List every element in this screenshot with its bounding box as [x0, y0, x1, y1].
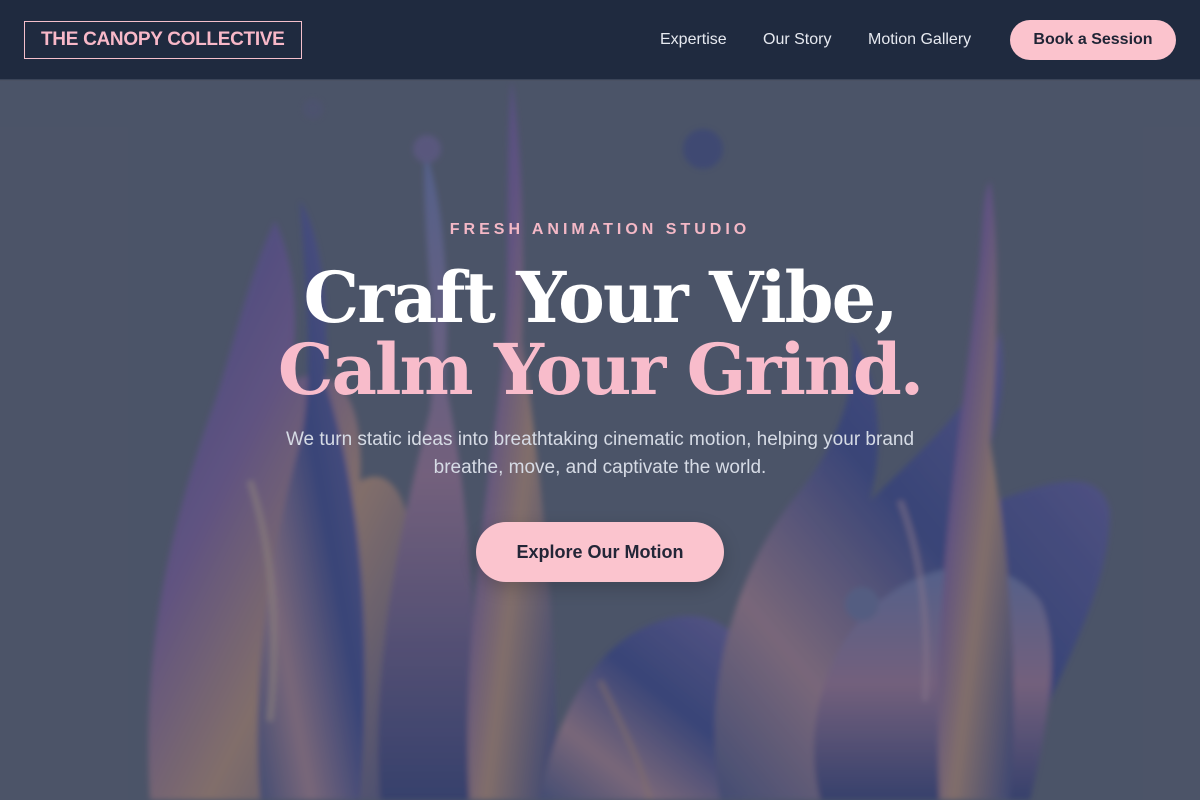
- hero-section: FRESH ANIMATION STUDIO Craft Your Vibe, …: [0, 81, 1200, 800]
- nav-link-motion-gallery[interactable]: Motion Gallery: [868, 29, 971, 51]
- hero-headline-line1: Craft Your Vibe,: [303, 256, 898, 339]
- explore-motion-button[interactable]: Explore Our Motion: [476, 522, 724, 582]
- book-session-button[interactable]: Book a Session: [1010, 20, 1176, 60]
- hero-eyebrow: FRESH ANIMATION STUDIO: [449, 221, 751, 238]
- nav-link-our-story[interactable]: Our Story: [763, 29, 831, 51]
- nav-link-expertise[interactable]: Expertise: [660, 29, 727, 51]
- brand-logo[interactable]: THE CANOPY COLLECTIVE: [24, 21, 302, 59]
- site-header: THE CANOPY COLLECTIVE Expertise Our Stor…: [0, 0, 1200, 80]
- hero-headline-line2: Calm Your Grind.: [277, 328, 924, 411]
- hero-subtext: We turn static ideas into breathtaking c…: [285, 429, 915, 478]
